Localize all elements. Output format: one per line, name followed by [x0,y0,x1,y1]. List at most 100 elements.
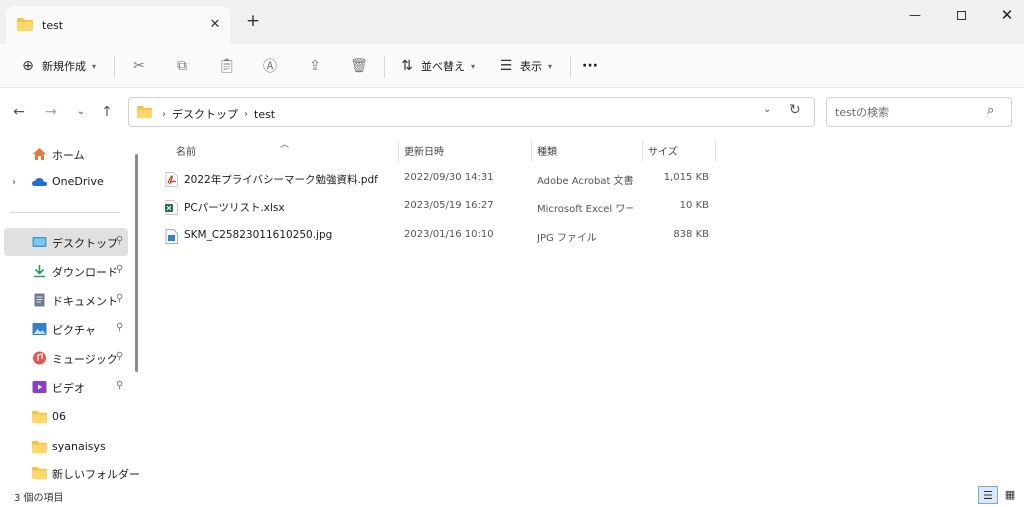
tiles-view-icon[interactable]: ▦ [1000,486,1020,504]
column-header-type[interactable]: 種類 [537,143,557,161]
new-tab-button[interactable]: + [241,11,265,33]
tab-test[interactable]: test ✕ [6,6,230,44]
sort-ascending-icon: ︿ [280,140,290,150]
share-button[interactable]: ⇪ [305,52,325,80]
breadcrumb: › デスクトップ › test [156,106,275,122]
column-header-size[interactable]: サイズ [648,143,678,161]
chevron-down-icon: ▾ [548,61,553,71]
sidebar-item-label: 06 [52,410,66,423]
file-size: 10 KB [679,200,709,211]
file-row[interactable]: PCパーツリスト.xlsx 2023/05/19 16:27 Microsoft… [160,195,720,221]
refresh-icon[interactable]: ↻ [789,102,801,118]
chevron-down-icon: ▾ [471,61,476,71]
up-arrow-icon[interactable]: ↑ [96,102,118,122]
sidebar-item-label: syanaisys [52,440,106,453]
status-bar: 3 個の項目 ☰ ▦ [0,484,1024,507]
chevron-right-icon: › [244,108,248,120]
view-button[interactable]: ☰ 表示 ▾ [496,52,552,80]
file-row[interactable]: SKM_C25823011610250.jpg 2023/01/16 10:10… [160,224,720,250]
command-bar: ⊕ 新規作成 ▾ ✂ ⧉ 📋︎ Ⓐ ⇪ 🗑︎ ⇅ 並べ替え ▾ ☰ 表示 ▾ ·… [0,44,1024,88]
sidebar-item-documents[interactable]: ドキュメント ⚲ [4,286,128,314]
cut-button[interactable]: ✂ [129,52,149,80]
share-icon: ⇪ [309,58,321,74]
column-header-name[interactable]: 名前 [176,143,196,161]
music-icon [33,351,46,365]
sidebar-item-label: ピクチャ [52,324,96,337]
search-icon[interactable]: ⌕ [987,103,994,118]
title-bar: test ✕ + — ✕ [0,0,1024,44]
chevron-down-icon: ▾ [92,61,97,71]
column-header-date[interactable]: 更新日時 [404,143,444,161]
picture-icon [32,323,47,335]
file-size: 1,015 KB [663,172,709,183]
folder-icon [32,466,47,480]
file-name: PCパーツリスト.xlsx [184,202,285,214]
toolbar-divider [114,56,115,78]
column-divider[interactable] [642,140,643,162]
search-box[interactable]: ⌕ [826,97,1012,127]
sidebar-item-label: ドキュメント [52,295,118,308]
file-type: Adobe Acrobat 文書 [537,176,633,187]
chevron-down-icon[interactable]: ⌄ [763,104,771,115]
sidebar-item-label: 新しいフォルダー [52,468,140,481]
sidebar-item-pictures[interactable]: ピクチャ ⚲ [4,315,128,343]
sidebar-item-desktop[interactable]: デスクトップ ⚲ [4,228,128,256]
minimize-button[interactable]: — [892,0,938,30]
view-button-label: 表示 [520,60,542,73]
sidebar-item-music[interactable]: ミュージック ⚲ [4,344,128,372]
pin-icon[interactable]: ⚲ [116,322,123,333]
pin-icon[interactable]: ⚲ [116,380,123,391]
folder-icon [137,106,152,118]
sidebar-item-label: OneDrive [52,175,104,188]
file-date: 2023/01/16 10:10 [404,229,494,240]
forward-arrow-icon[interactable]: → [40,102,62,122]
column-divider[interactable] [715,140,716,162]
toolbar-divider [570,56,571,78]
column-divider[interactable] [398,140,399,162]
trash-icon: 🗑︎ [350,58,368,74]
maximize-icon [956,11,966,20]
maximize-button[interactable] [938,0,984,30]
breadcrumb-test[interactable]: test [254,108,275,121]
tab-close-icon[interactable]: ✕ [205,16,225,34]
close-window-button[interactable]: ✕ [984,0,1024,30]
sidebar-item-videos[interactable]: ビデオ ⚲ [4,373,128,401]
sidebar-item-folder-syanaisys[interactable]: syanaisys [4,433,128,461]
sidebar-item-home[interactable]: ホーム [4,140,128,168]
copy-icon: ⧉ [177,58,187,74]
sidebar-item-new-folder[interactable]: 新しいフォルダー [4,462,140,484]
details-view-icon[interactable]: ☰ [978,486,998,504]
back-arrow-icon[interactable]: ← [8,102,30,122]
sidebar-item-folder-06[interactable]: 06 [4,403,128,431]
chevron-right-icon: › [162,108,166,120]
breadcrumb-desktop[interactable]: デスクトップ [172,106,238,122]
more-options-button[interactable]: ··· [582,52,598,80]
copy-button[interactable]: ⧉ [172,52,192,80]
folder-icon [17,18,33,31]
search-input[interactable] [835,104,985,120]
sidebar-scrollbar[interactable] [135,154,138,372]
sidebar-item-onedrive[interactable]: › OneDrive [4,168,128,196]
address-bar[interactable]: › デスクトップ › test ⌄ ↻ [128,97,815,127]
pin-icon[interactable]: ⚲ [116,235,123,246]
sidebar-item-downloads[interactable]: ダウンロード ⚲ [4,257,128,285]
sidebar-item-label: ホーム [52,149,85,162]
chevron-right-icon[interactable]: › [12,177,16,188]
home-icon [33,148,46,160]
column-divider[interactable] [531,140,532,162]
sidebar-divider [10,212,120,213]
sort-button[interactable]: ⇅ 並べ替え ▾ [397,52,475,80]
rename-button[interactable]: Ⓐ [260,52,280,80]
file-row[interactable]: 2022年プライバシーマーク勉強資料.pdf 2022/09/30 14:31 … [160,167,720,193]
pin-icon[interactable]: ⚲ [116,351,123,362]
pin-icon[interactable]: ⚲ [116,293,123,304]
plus-circle-icon: ⊕ [22,58,34,74]
new-button[interactable]: ⊕ 新規作成 ▾ [18,52,96,80]
sidebar-item-label: ビデオ [52,382,85,395]
paste-button[interactable]: 📋︎ [217,52,237,80]
recent-locations-icon[interactable]: ⌄ [70,102,92,122]
delete-button[interactable]: 🗑︎ [349,52,369,80]
file-type: JPG ファイル [537,233,597,244]
pin-icon[interactable]: ⚲ [116,264,123,275]
desktop-icon [32,237,47,247]
